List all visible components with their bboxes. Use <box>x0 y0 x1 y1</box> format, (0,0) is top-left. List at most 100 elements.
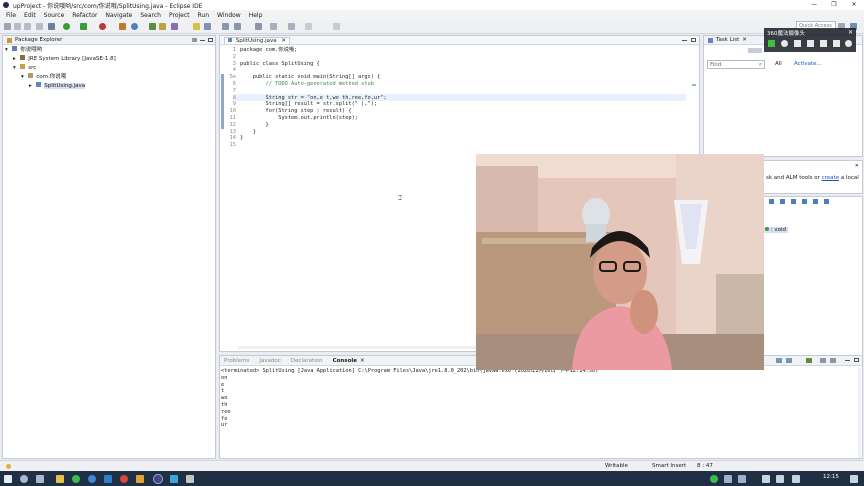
taskbar-clock[interactable]: 12:15 <box>823 474 839 480</box>
code-area[interactable]: 1 package com.你说哦; 2 3 public class SplitU… <box>224 47 694 157</box>
tree-item-project[interactable]: ▾ 你说哦哟 <box>5 46 213 55</box>
menu-refactor[interactable]: Refactor <box>68 12 101 19</box>
wechat-icon[interactable] <box>72 475 80 483</box>
activate-link[interactable]: Activate... <box>794 61 822 67</box>
tree-item-jre[interactable]: ▸ JRE System Library [JavaSE-1.8] <box>5 55 213 64</box>
maximize-view-icon[interactable] <box>691 38 696 42</box>
effects-icon[interactable] <box>807 40 814 47</box>
outline-item[interactable]: : void <box>763 227 788 233</box>
debug-icon[interactable] <box>48 23 55 30</box>
forward-icon[interactable] <box>305 23 312 30</box>
last-edit-icon[interactable] <box>270 23 277 30</box>
tray-icon[interactable] <box>724 475 732 483</box>
minimize-view-icon[interactable] <box>682 40 687 41</box>
task-view-icon[interactable] <box>36 475 44 483</box>
tree-item-file[interactable]: ▸ SplitUsing.java <box>5 82 213 91</box>
prev-annotation-icon[interactable] <box>234 23 241 30</box>
search-icon[interactable] <box>171 23 178 30</box>
save-icon[interactable] <box>14 23 21 30</box>
close-tab-icon[interactable]: ✕ <box>281 38 286 44</box>
tree-arrow[interactable]: ▾ <box>5 47 8 53</box>
file-explorer-icon[interactable] <box>56 475 64 483</box>
outline-icon[interactable] <box>780 199 785 204</box>
maximize-view-icon[interactable] <box>854 358 859 362</box>
menu-source[interactable]: Source <box>40 12 69 19</box>
new-file-icon[interactable] <box>4 23 11 30</box>
new-class-icon[interactable] <box>149 23 156 30</box>
minimize-view-icon[interactable] <box>845 360 850 361</box>
menu-search[interactable]: Search <box>136 12 165 19</box>
network-icon[interactable] <box>762 475 770 483</box>
notification-icon[interactable] <box>850 475 858 483</box>
outline-icon[interactable] <box>769 199 774 204</box>
history-icon[interactable] <box>333 23 340 30</box>
minimize-view-icon[interactable] <box>200 40 205 41</box>
tree-arrow[interactable]: ▸ <box>29 83 32 89</box>
view-menu-icon[interactable] <box>192 38 197 42</box>
external-tools-icon[interactable] <box>99 23 106 30</box>
app-icon[interactable] <box>136 475 144 483</box>
console-toolbar-icon[interactable] <box>786 358 792 363</box>
minimize-button[interactable]: — <box>804 0 824 10</box>
menu-file[interactable]: File <box>2 12 20 19</box>
console-toolbar-icon[interactable] <box>820 358 826 363</box>
new-package-icon[interactable] <box>131 23 138 30</box>
all-label[interactable]: All <box>775 61 782 67</box>
edge-icon[interactable] <box>104 475 112 483</box>
chrome-icon[interactable] <box>120 475 128 483</box>
create-link[interactable]: create <box>822 175 839 181</box>
next-annotation-icon[interactable] <box>222 23 229 30</box>
camera-app-icon[interactable] <box>170 475 178 483</box>
close-tab-icon[interactable]: ✕ <box>855 163 859 169</box>
tab-problems[interactable]: Problems <box>224 358 249 364</box>
coverage-icon[interactable] <box>80 23 87 30</box>
console-output[interactable]: <terminated> SplitUsing [Java Applicatio… <box>221 368 861 429</box>
run-icon[interactable] <box>63 23 70 30</box>
tree-arrow[interactable]: ▸ <box>13 56 16 62</box>
maximize-view-icon[interactable] <box>208 38 213 42</box>
outline-icon[interactable] <box>824 199 829 204</box>
outline-icon[interactable] <box>802 199 807 204</box>
settings-icon[interactable] <box>845 40 852 47</box>
browser-icon[interactable] <box>88 475 96 483</box>
close-icon[interactable]: ✕ <box>848 29 853 36</box>
tray-icon[interactable] <box>738 475 746 483</box>
maximize-button[interactable]: ❐ <box>824 0 844 10</box>
print-icon[interactable] <box>36 23 43 30</box>
save-all-icon[interactable] <box>24 23 31 30</box>
pause-icon[interactable] <box>768 40 775 47</box>
tree-item-src[interactable]: ▾ src <box>5 64 213 73</box>
pin-icon[interactable] <box>255 23 262 30</box>
console-toolbar-icon[interactable] <box>806 358 812 363</box>
tab-declaration[interactable]: Declaration <box>291 358 323 364</box>
tab-console[interactable]: Console <box>333 358 357 364</box>
close-tab-icon[interactable]: ✕ <box>360 358 365 364</box>
ime-icon[interactable] <box>792 475 800 483</box>
menu-window[interactable]: Window <box>213 12 245 19</box>
close-button[interactable]: ✕ <box>844 0 864 10</box>
tab-javadoc[interactable]: Javadoc <box>259 358 281 364</box>
gallery-icon[interactable] <box>833 40 840 47</box>
outline-icon[interactable] <box>813 199 818 204</box>
menu-edit[interactable]: Edit <box>20 12 40 19</box>
volume-icon[interactable] <box>776 475 784 483</box>
app-icon[interactable] <box>186 475 194 483</box>
console-toolbar-icon[interactable] <box>776 358 782 363</box>
menu-help[interactable]: Help <box>245 12 267 19</box>
new-java-project-icon[interactable] <box>119 23 126 30</box>
find-input[interactable]: Find ⌕ <box>707 60 765 69</box>
toggle-mark-icon[interactable] <box>193 23 200 30</box>
open-type-icon[interactable] <box>159 23 166 30</box>
vertical-scrollbar[interactable] <box>858 368 861 458</box>
camera-icon[interactable] <box>781 40 788 47</box>
start-icon[interactable] <box>4 475 12 483</box>
back-icon[interactable] <box>288 23 295 30</box>
annotation-icon[interactable] <box>204 23 211 30</box>
menu-project[interactable]: Project <box>165 12 194 19</box>
package-explorer-tab[interactable]: Package Explorer <box>3 36 215 45</box>
console-toolbar-icon[interactable] <box>830 358 836 363</box>
tray-icon[interactable] <box>710 475 718 483</box>
editor-tab[interactable]: SplitUsing.java ✕ <box>224 36 290 44</box>
search-icon[interactable] <box>20 475 28 483</box>
record-icon[interactable] <box>820 40 827 47</box>
